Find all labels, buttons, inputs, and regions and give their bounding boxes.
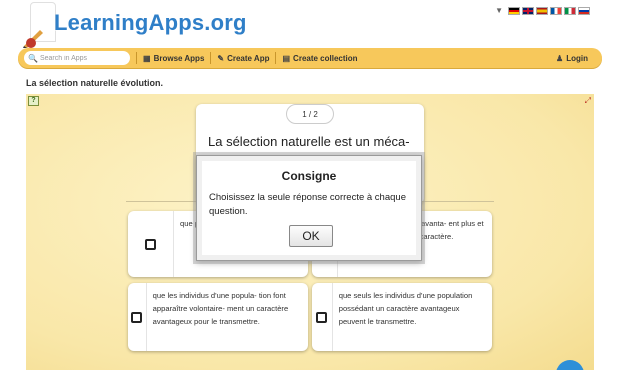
- browse-apps-link[interactable]: ▦ Browse Apps: [143, 54, 204, 63]
- answer-option[interactable]: que seuls les individus d'une population…: [312, 283, 492, 351]
- language-bar: ▼: [495, 6, 590, 15]
- search-box[interactable]: 🔍: [24, 51, 130, 65]
- answer-checkbox[interactable]: [145, 238, 156, 250]
- page-title: La sélection naturelle évolution.: [26, 78, 164, 88]
- flag-it-icon[interactable]: [564, 6, 576, 15]
- login-link[interactable]: ♟ Login: [556, 54, 588, 63]
- create-collection-label: Create collection: [293, 53, 358, 63]
- flag-es-icon[interactable]: [536, 6, 548, 15]
- chevron-down-icon[interactable]: ▼: [495, 6, 503, 15]
- checkbox-area: [312, 283, 333, 351]
- toolbar-divider: [275, 52, 277, 64]
- answer-checkbox[interactable]: [316, 311, 328, 323]
- dialog-title: Consigne: [281, 169, 337, 183]
- next-button[interactable]: [556, 360, 584, 370]
- pencil-icon: ✎: [217, 53, 225, 63]
- flag-en-icon[interactable]: [522, 6, 534, 15]
- collection-icon: ▤: [282, 53, 291, 63]
- browse-apps-label: Browse Apps: [153, 53, 205, 63]
- toolbar-divider: [136, 52, 137, 64]
- dialog-text: Choisissez la seule réponse correcte à c…: [209, 192, 406, 217]
- question-counter: 1 / 2: [286, 104, 334, 124]
- instruction-dialog: Consigne Choisissez la seule réponse cor…: [196, 155, 422, 261]
- search-input[interactable]: [39, 54, 130, 62]
- login-label: Login: [566, 53, 588, 63]
- grid-icon: ▦: [143, 53, 151, 63]
- answer-text: que seuls les individus d'une population…: [338, 291, 473, 326]
- logo[interactable]: LearningApps.org: [22, 2, 246, 48]
- help-icon[interactable]: ?: [28, 96, 39, 106]
- checkbox-area: [128, 283, 147, 351]
- search-icon: 🔍: [28, 53, 38, 63]
- dialog-body: Consigne Choisissez la seule réponse cor…: [202, 161, 416, 255]
- question-text: La sélection naturelle est un méca-: [208, 134, 410, 149]
- answer-text: que les individus d'une popula- tion fon…: [152, 291, 289, 326]
- pencil-apple-icon: [23, 30, 43, 48]
- answer-checkbox[interactable]: [131, 311, 143, 323]
- toolbar-divider: [210, 52, 212, 64]
- logo-text: LearningApps.org: [54, 10, 247, 35]
- flag-de-icon[interactable]: [508, 6, 520, 15]
- create-app-link[interactable]: ✎ Create App: [217, 54, 269, 63]
- answer-option[interactable]: que les individus d'une popula- tion fon…: [128, 283, 308, 351]
- create-app-label: Create App: [227, 53, 270, 63]
- main-toolbar: 🔍 ▦ Browse Apps ✎ Create App ▤ Create co…: [18, 48, 602, 68]
- user-icon: ♟: [556, 53, 564, 63]
- flag-fr-icon[interactable]: [550, 6, 562, 15]
- checkbox-area: [128, 211, 174, 277]
- flag-ru-icon[interactable]: [578, 6, 590, 15]
- header: LearningApps.org ▼: [0, 0, 620, 48]
- ok-button[interactable]: OK: [289, 225, 333, 247]
- create-collection-link[interactable]: ▤ Create collection: [282, 54, 357, 63]
- fullscreen-icon[interactable]: ⤢: [585, 96, 591, 106]
